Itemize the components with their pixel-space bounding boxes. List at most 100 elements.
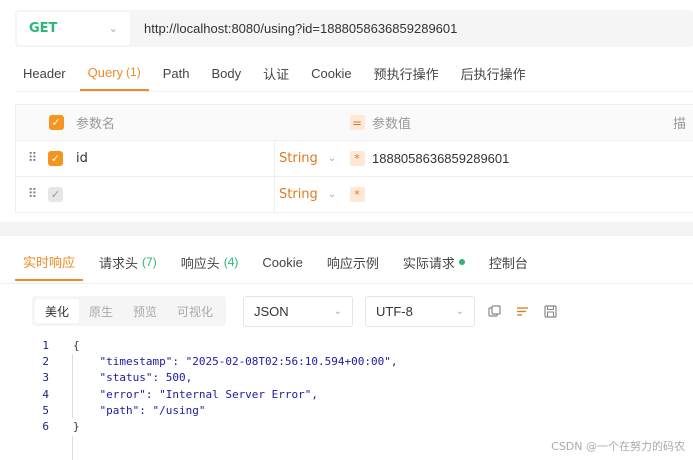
format-raw-button[interactable]: 原生 xyxy=(79,299,123,323)
param-name-input[interactable] xyxy=(74,177,274,212)
drag-handle-icon[interactable]: ⠿ xyxy=(16,141,48,176)
method-label: GET xyxy=(29,21,58,36)
method-select[interactable]: GET ⌄ xyxy=(17,12,130,45)
tab-console[interactable]: 控制台 xyxy=(481,243,536,281)
code-line: 1{ xyxy=(15,338,398,354)
tab-cookie[interactable]: Cookie xyxy=(303,55,359,91)
params-header-row: ✓ 参数名 = 参数值 描 xyxy=(16,105,693,141)
request-tabs: Header Query (1) Path Body 认证 Cookie 预执行操… xyxy=(15,55,540,91)
tab-response-headers[interactable]: 响应头 (4) xyxy=(173,243,247,281)
wrap-lines-icon[interactable] xyxy=(514,303,530,319)
tab-count: (1) xyxy=(126,65,141,79)
tab-label: 控制台 xyxy=(488,255,528,271)
copy-icon[interactable] xyxy=(486,303,502,319)
header-param-name: 参数名 xyxy=(76,117,116,132)
format-visualize-button[interactable]: 可视化 xyxy=(167,299,223,323)
line-number: 3 xyxy=(42,371,49,385)
header-eq-cell: = xyxy=(344,105,370,140)
code-text: "error": "Internal Server Error", xyxy=(73,387,319,401)
watermark: CSDN @一个在努力的码农 xyxy=(551,440,685,453)
tab-actual-request[interactable]: 实际请求 xyxy=(395,243,473,281)
row-checkbox[interactable]: ✓ xyxy=(48,151,63,166)
tab-body[interactable]: Body xyxy=(203,55,249,91)
indent-guide xyxy=(72,436,73,460)
row-check-cell: ✓ xyxy=(48,141,74,176)
row-check-cell: ✓ xyxy=(48,177,74,212)
equals-icon: = xyxy=(349,115,365,130)
select-all-checkbox[interactable]: ✓ xyxy=(48,115,64,130)
chevron-down-icon: ⌄ xyxy=(108,22,118,35)
language-select[interactable]: JSON ⌄ xyxy=(243,296,353,327)
line-number: 4 xyxy=(42,387,49,401)
tab-response-example[interactable]: 响应示例 xyxy=(319,243,387,281)
param-type-select[interactable]: String ⌄ xyxy=(274,141,344,176)
code-line: 2 "timestamp": "2025-02-08T02:56:10.594+… xyxy=(15,354,398,370)
line-number: 2 xyxy=(42,355,49,369)
params-table: ✓ 参数名 = 参数值 描 ⠿ ✓ id String ⌄ * 18880586… xyxy=(15,104,693,213)
required-cell: * xyxy=(344,177,370,212)
tab-count: (7) xyxy=(142,255,157,269)
code-text: { xyxy=(73,339,80,352)
tab-label: 实时响应 xyxy=(23,254,76,270)
param-type-label: String xyxy=(279,151,318,166)
tab-label: Cookie xyxy=(311,65,352,81)
format-toggle-group: 美化 原生 预览 可视化 xyxy=(32,296,227,326)
tab-request-headers[interactable]: 请求头 (7) xyxy=(91,243,165,281)
tab-auth[interactable]: 认证 xyxy=(255,55,297,91)
tab-post-script[interactable]: 后执行操作 xyxy=(453,55,534,91)
row-checkbox[interactable]: ✓ xyxy=(48,187,63,202)
code-text: "path": "/using" xyxy=(73,403,206,417)
save-icon[interactable] xyxy=(542,303,558,319)
code-line: 6} xyxy=(15,419,398,435)
param-value-input[interactable]: 1888058636859289601 xyxy=(370,141,693,176)
select-all-cell: ✓ xyxy=(38,105,74,140)
code-line: 4 "error": "Internal Server Error", xyxy=(15,387,398,403)
encoding-select[interactable]: UTF-8 ⌄ xyxy=(365,296,475,327)
tab-path[interactable]: Path xyxy=(155,55,198,91)
param-value-input[interactable] xyxy=(370,177,693,212)
chevron-down-icon: ⌄ xyxy=(327,189,337,200)
encoding-label: UTF-8 xyxy=(376,304,413,319)
tab-label: Body xyxy=(211,65,242,81)
tab-live-response[interactable]: 实时响应 xyxy=(15,243,84,281)
url-input[interactable]: http://localhost:8080/using?id=188805863… xyxy=(144,21,457,36)
chevron-down-icon: ⌄ xyxy=(455,306,464,317)
code-line: 5 "path": "/using" xyxy=(15,403,398,419)
format-pretty-button[interactable]: 美化 xyxy=(35,299,80,323)
required-cell: * xyxy=(344,141,370,176)
table-row: ⠿ ✓ id String ⌄ * 1888058636859289601 xyxy=(16,141,693,177)
table-row: ⠿ ✓ String ⌄ * xyxy=(16,177,693,213)
required-icon[interactable]: * xyxy=(349,187,365,202)
tab-label: Path xyxy=(162,65,190,81)
tab-pre-script[interactable]: 预执行操作 xyxy=(366,55,447,91)
tab-label: Header xyxy=(23,65,66,81)
line-number: 1 xyxy=(42,339,49,352)
tab-label: 预执行操作 xyxy=(373,66,439,82)
required-icon[interactable]: * xyxy=(349,151,365,166)
tab-query[interactable]: Query (1) xyxy=(79,55,149,91)
response-body-code[interactable]: 1{ 2 "timestamp": "2025-02-08T02:56:10.5… xyxy=(15,338,398,435)
panel-separator[interactable] xyxy=(0,222,693,236)
code-text: } xyxy=(73,420,80,434)
tab-response-cookie[interactable]: Cookie xyxy=(254,243,310,281)
code-text: "timestamp": "2025-02-08T02:56:10.594+00… xyxy=(73,355,398,369)
header-description: 描 xyxy=(673,117,687,132)
url-bar: GET ⌄ http://localhost:8080/using?id=188… xyxy=(15,10,693,47)
tab-label: 响应示例 xyxy=(326,255,379,271)
tab-label: 后执行操作 xyxy=(460,66,526,82)
tab-label: 认证 xyxy=(263,66,290,82)
chevron-down-icon: ⌄ xyxy=(333,306,342,317)
chevron-down-icon: ⌄ xyxy=(327,153,337,164)
tab-count: (4) xyxy=(223,255,239,269)
param-type-select[interactable]: String ⌄ xyxy=(274,177,344,212)
drag-handle-icon[interactable]: ⠿ xyxy=(16,177,48,212)
status-dot-icon xyxy=(458,259,465,265)
param-name-input[interactable]: id xyxy=(74,141,274,176)
code-line: 3 "status": 500, xyxy=(15,370,398,386)
tab-header[interactable]: Header xyxy=(15,55,74,91)
code-text: "status": 500, xyxy=(73,371,193,385)
language-label: JSON xyxy=(254,304,289,319)
format-preview-button[interactable]: 预览 xyxy=(123,299,167,323)
response-tabs: 实时响应 请求头 (7) 响应头 (4) Cookie 响应示例 实际请求 控制台 xyxy=(15,243,544,281)
divider xyxy=(15,91,693,92)
